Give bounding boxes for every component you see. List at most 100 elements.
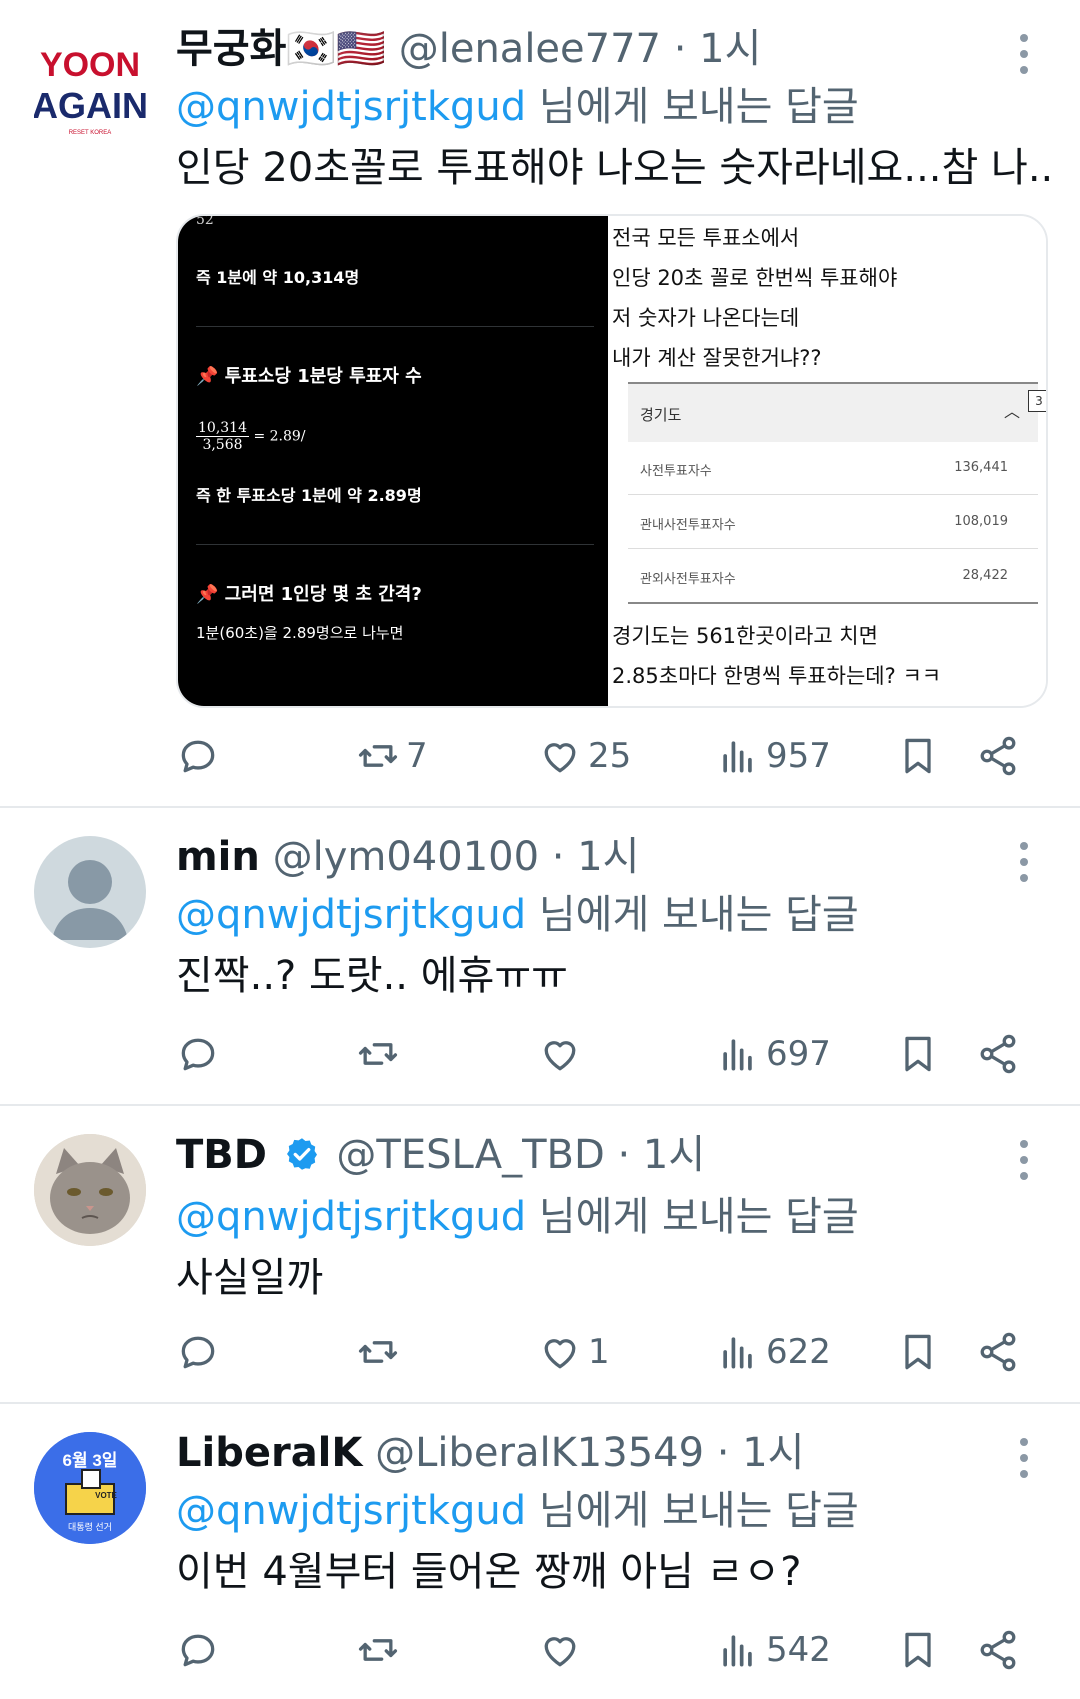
fraction-denominator: 3,568	[202, 437, 243, 453]
like-icon	[544, 1339, 576, 1369]
default-avatar-icon	[52, 860, 128, 940]
row-value: 136,441	[954, 460, 1008, 475]
tweet-2[interactable]: min @lym040100 · 1시 @qnwjdtjsrjtkgud 님에게…	[0, 808, 1080, 1106]
bookmark-icon	[905, 1334, 931, 1370]
retweet-button[interactable]	[356, 1620, 400, 1680]
heading-text: 투표소당 1분당 투표자 수	[224, 366, 422, 387]
timestamp[interactable]: · 1시	[552, 834, 640, 880]
row-label: 관내사전투표자수	[640, 518, 736, 533]
bookmark-icon	[905, 1036, 931, 1072]
display-name[interactable]: LiberalK	[176, 1430, 362, 1476]
media-line: 즉 한 투표소당 1분에 약 2.89명	[196, 486, 422, 505]
reply-mention-link[interactable]: @qnwjdtjsrjtkgud	[176, 1194, 526, 1240]
reply-mention-link[interactable]: @qnwjdtjsrjtkgud	[176, 84, 526, 130]
views-count: 697	[766, 1034, 831, 1074]
like-button[interactable]	[538, 1620, 582, 1680]
share-button[interactable]	[976, 726, 1020, 786]
reply-context: @qnwjdtjsrjtkgud 님에게 보내는 답글	[176, 890, 1040, 940]
user-handle[interactable]: @lenalee777	[399, 26, 661, 72]
reply-suffix: 님에게 보내는 답글	[526, 84, 859, 130]
media-line: 1분(60초)을 2.89명으로 나누면	[196, 624, 404, 642]
action-bar: 1 622	[176, 1322, 1040, 1382]
display-name[interactable]: min	[176, 834, 260, 880]
chevron-up-icon: ︿	[1003, 402, 1020, 421]
reply-button[interactable]	[176, 1024, 220, 1084]
media-image-right[interactable]: 전국 모든 투표소에서 인당 20초 꼴로 한번씩 투표해야 저 숫자가 나온다…	[608, 216, 1046, 706]
svg-text:RESET KOREA: RESET KOREA	[69, 130, 112, 136]
reply-icon	[181, 1038, 215, 1071]
views-button[interactable]: 542	[716, 1620, 831, 1680]
user-handle[interactable]: @lym040100	[273, 834, 539, 880]
media-line: 저 숫자가 나온다는데	[612, 306, 800, 330]
tweet-media[interactable]: 52 즉 1분에 약 10,314명 📌 투표소당 1분당 투표자 수 10,3…	[176, 214, 1048, 708]
retweet-button[interactable]: 7	[356, 726, 428, 786]
views-icon	[723, 1039, 752, 1071]
views-button[interactable]: 697	[716, 1024, 831, 1084]
tweet-header: TBD @TESLA_TBD · 1시	[176, 1130, 1040, 1184]
table-header: 경기도 ︿ 3	[628, 382, 1046, 442]
like-button[interactable]	[538, 1024, 582, 1084]
svg-text:AGAIN: AGAIN	[34, 85, 146, 126]
stats-table: 경기도 ︿ 3 사전투표자수 136,441 관내사전투표자수 108,019 …	[628, 382, 1046, 608]
bookmark-button[interactable]	[896, 1620, 940, 1680]
media-line: 인당 20초 꼴로 한번씩 투표해야	[612, 266, 898, 290]
like-button[interactable]: 1	[538, 1322, 610, 1382]
bookmark-button[interactable]	[896, 1322, 940, 1382]
tweet-1[interactable]: YOON AGAIN RESET KOREA 무궁화🇰🇷🇺🇸 @lenalee7…	[0, 0, 1080, 808]
media-image-left[interactable]: 52 즉 1분에 약 10,314명 📌 투표소당 1분당 투표자 수 10,3…	[178, 216, 608, 706]
media-heading: 📌 그러면 1인당 몇 초 간격?	[196, 580, 422, 606]
timestamp[interactable]: · 1시	[674, 26, 762, 72]
svg-text:6월 3일: 6월 3일	[63, 1451, 118, 1470]
reply-suffix: 님에게 보내는 답글	[526, 1194, 859, 1240]
bookmark-icon	[905, 738, 931, 774]
retweet-count: 7	[406, 736, 428, 776]
timestamp[interactable]: · 1시	[717, 1430, 805, 1476]
avatar[interactable]	[34, 836, 146, 948]
reply-context: @qnwjdtjsrjtkgud 님에게 보내는 답글	[176, 82, 1040, 132]
svg-text:VOTE: VOTE	[95, 1491, 117, 1500]
timestamp[interactable]: · 1시	[617, 1132, 705, 1178]
retweet-icon	[358, 1341, 398, 1363]
more-icon[interactable]	[1020, 842, 1028, 890]
reply-button[interactable]	[176, 726, 220, 786]
avatar[interactable]: YOON AGAIN RESET KOREA	[34, 30, 146, 142]
table-row: 사전투표자수 136,441	[628, 440, 1038, 495]
avatar[interactable]: 6월 3일 VOTE 대통령 선거	[34, 1432, 146, 1544]
share-button[interactable]	[976, 1322, 1020, 1382]
share-icon	[980, 736, 1016, 776]
display-name[interactable]: TBD	[176, 1132, 267, 1178]
user-handle[interactable]: @LiberalK13549	[375, 1430, 704, 1476]
like-count: 25	[588, 736, 632, 776]
tweet-text: 이번 4월부터 들어온 짱깨 아님 ㄹㅇ?	[176, 1549, 802, 1595]
pin-icon: 📌	[196, 366, 219, 387]
tweet-header: LiberalK @LiberalK13549 · 1시	[176, 1428, 1040, 1478]
bookmark-icon	[905, 1632, 931, 1668]
reply-mention-link[interactable]: @qnwjdtjsrjtkgud	[176, 892, 526, 938]
views-button[interactable]: 957	[716, 726, 831, 786]
bookmark-button[interactable]	[896, 1024, 940, 1084]
bookmark-button[interactable]	[896, 726, 940, 786]
avatar[interactable]	[34, 1134, 146, 1246]
more-icon[interactable]	[1020, 1140, 1028, 1188]
like-button[interactable]: 25	[538, 726, 631, 786]
reply-mention-link[interactable]: @qnwjdtjsrjtkgud	[176, 1488, 526, 1534]
display-name[interactable]: 무궁화🇰🇷🇺🇸	[176, 26, 386, 72]
views-count: 542	[766, 1630, 831, 1670]
share-button[interactable]	[976, 1024, 1020, 1084]
fraction-numerator: 10,314	[196, 420, 249, 437]
retweet-button[interactable]	[356, 1024, 400, 1084]
row-label: 관외사전투표자수	[640, 572, 736, 587]
more-icon[interactable]	[1020, 1438, 1028, 1486]
more-icon[interactable]	[1020, 34, 1028, 82]
reply-icon	[181, 1336, 215, 1369]
tweet-header: 무궁화🇰🇷🇺🇸 @lenalee777 · 1시	[176, 24, 1040, 74]
user-handle[interactable]: @TESLA_TBD	[336, 1132, 604, 1178]
reply-button[interactable]	[176, 1620, 220, 1680]
tweet-4[interactable]: 6월 3일 VOTE 대통령 선거 LiberalK @LiberalK1354…	[0, 1404, 1080, 1699]
retweet-button[interactable]	[356, 1322, 400, 1382]
views-button[interactable]: 622	[716, 1322, 831, 1382]
reply-icon	[181, 1634, 215, 1667]
tweet-3[interactable]: TBD @TESLA_TBD · 1시 @qnwjdtjsrjtkgud 님에게…	[0, 1106, 1080, 1404]
reply-button[interactable]	[176, 1322, 220, 1382]
share-button[interactable]	[976, 1620, 1020, 1680]
